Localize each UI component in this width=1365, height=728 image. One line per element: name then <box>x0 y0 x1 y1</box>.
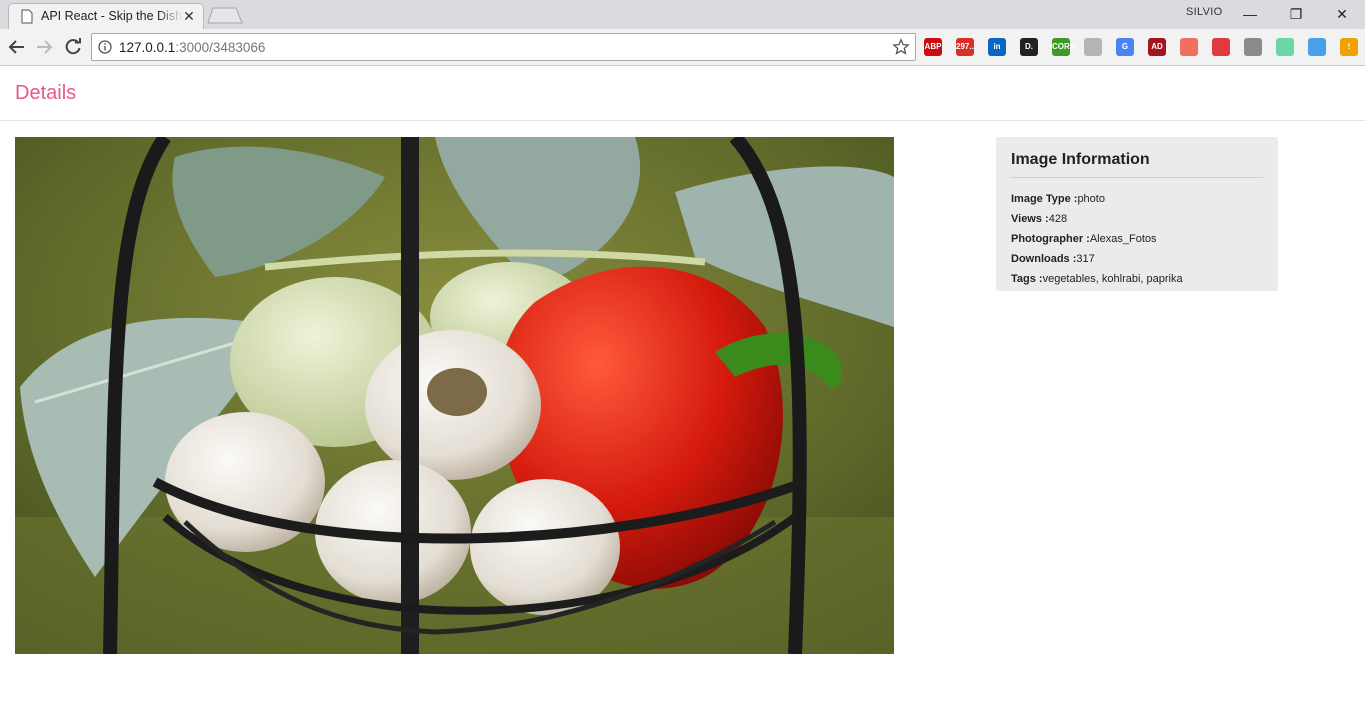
minimize-icon[interactable]: — <box>1237 3 1263 25</box>
info-row: Photographer :Alexas_Fotos <box>1011 233 1263 253</box>
info-row: Downloads :317 <box>1011 253 1263 273</box>
browser-tab[interactable]: API React - Skip the Dishes ✕ <box>8 3 204 29</box>
brand-title[interactable]: Details <box>15 82 76 105</box>
tab-title: API React - Skip the Dishes <box>41 9 183 23</box>
profile-name[interactable]: SILVIO <box>1186 6 1222 18</box>
sync-icon[interactable] <box>1308 38 1326 56</box>
shield-icon[interactable] <box>1244 38 1262 56</box>
alert-icon[interactable]: ! <box>1340 38 1358 56</box>
image-information-card: Image Information Image Type :photo Views… <box>996 137 1278 291</box>
ring-icon[interactable] <box>1276 38 1294 56</box>
info-icon[interactable] <box>98 40 112 54</box>
restore-icon[interactable]: ❐ <box>1283 3 1309 25</box>
info-row: Tags :vegetables, kohlrabi, paprika <box>1011 273 1263 293</box>
forward-icon[interactable] <box>33 36 55 58</box>
gmail-icon[interactable]: 297... <box>956 38 976 56</box>
linkedin-icon[interactable]: in <box>988 38 1006 56</box>
info-value: vegetables, kohlrabi, paprika <box>1042 273 1183 285</box>
photo-illustration <box>15 137 894 654</box>
info-label: Downloads : <box>1011 253 1077 265</box>
close-tab-icon[interactable]: ✕ <box>181 8 197 24</box>
bookmark-star-icon[interactable] <box>892 38 910 56</box>
info-label: Views : <box>1011 213 1049 225</box>
tab-strip: API React - Skip the Dishes ✕ SILVIO — ❐… <box>0 0 1365 29</box>
info-label: Image Type : <box>1011 193 1078 205</box>
info-label: Photographer : <box>1011 233 1090 245</box>
circle-icon[interactable] <box>1180 38 1198 56</box>
abp-icon[interactable]: ABP <box>924 38 942 56</box>
info-value: Alexas_Fotos <box>1089 233 1157 245</box>
adblock-icon[interactable]: AD <box>1148 38 1166 56</box>
back-icon[interactable] <box>6 36 28 58</box>
reload-icon[interactable] <box>62 36 84 58</box>
translate-icon[interactable]: G <box>1116 38 1134 56</box>
refresh-red-icon[interactable] <box>1212 38 1230 56</box>
card-title: Image Information <box>1011 151 1263 178</box>
info-row: Image Type :photo <box>1011 193 1263 213</box>
url-text[interactable]: 127.0.0.1:3000/3483066 <box>119 40 265 55</box>
page-icon <box>21 9 33 24</box>
info-row: Views :428 <box>1011 213 1263 233</box>
address-bar[interactable]: 127.0.0.1:3000/3483066 <box>91 33 916 61</box>
info-label: Tags : <box>1011 273 1043 285</box>
vegetable-photo <box>15 137 894 654</box>
browser-toolbar: 127.0.0.1:3000/3483066 ABP 297... in D. CORS… <box>0 29 1365 66</box>
info-value: 317 <box>1076 253 1095 265</box>
cors-icon[interactable]: CORS <box>1052 38 1075 56</box>
new-tab-button[interactable] <box>207 7 243 24</box>
info-value: 428 <box>1048 213 1068 225</box>
page-header: Details <box>0 67 1365 121</box>
close-window-icon[interactable]: ✕ <box>1329 3 1355 25</box>
d-icon[interactable]: D. <box>1020 38 1038 56</box>
pdf-icon[interactable] <box>1084 38 1102 56</box>
info-value: photo <box>1077 193 1105 205</box>
